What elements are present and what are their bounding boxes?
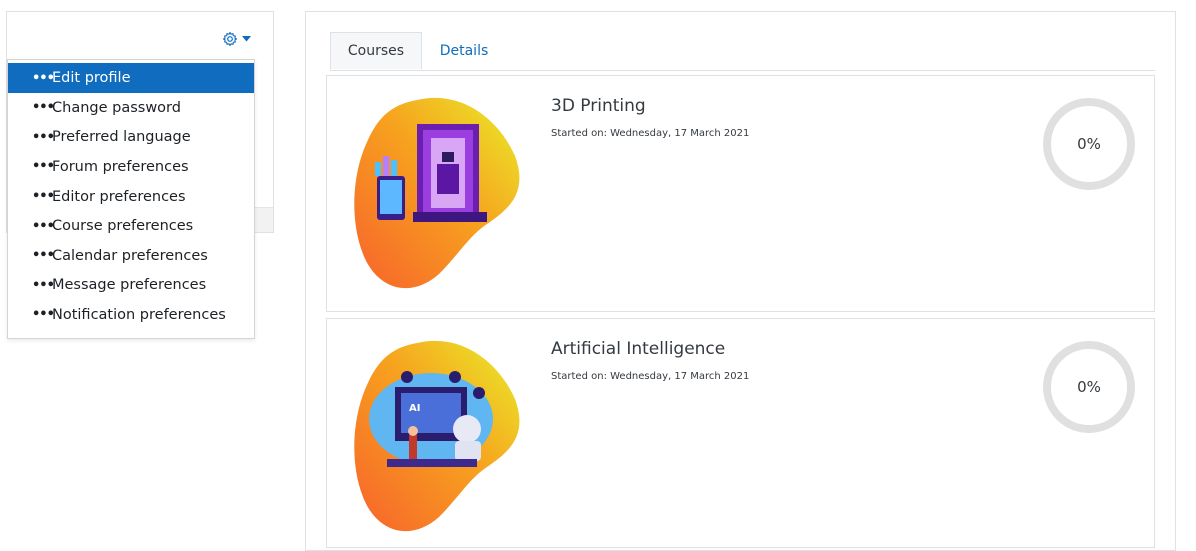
- tab-label: Details: [439, 43, 489, 59]
- tab-label: Courses: [347, 43, 405, 59]
- menu-item-label: Course preferences: [52, 218, 194, 235]
- menu-item-notification-preferences[interactable]: ••• Notification preferences: [8, 300, 254, 330]
- menu-bullet: •••: [32, 218, 55, 234]
- profile-tabs: Courses Details: [330, 32, 1155, 71]
- menu-bullet: •••: [32, 189, 55, 205]
- menu-bullet: •••: [32, 70, 55, 86]
- menu-item-label: Forum preferences: [52, 158, 189, 175]
- menu-item-message-preferences[interactable]: ••• Message preferences: [8, 271, 254, 301]
- tab-details[interactable]: Details: [424, 32, 504, 70]
- course-image-artificial-intelligence[interactable]: AI: [347, 337, 525, 532]
- course-start-date: Started on: Wednesday, 17 March 2021: [551, 371, 750, 382]
- menu-item-course-preferences[interactable]: ••• Course preferences: [8, 211, 254, 241]
- progress-label: 0%: [1077, 378, 1101, 396]
- menu-bullet: •••: [32, 159, 55, 175]
- menu-bullet: •••: [32, 248, 55, 264]
- gear-icon: [222, 31, 238, 47]
- course-card[interactable]: 3D Printing Started on: Wednesday, 17 Ma…: [326, 75, 1155, 312]
- menu-item-label: Editor preferences: [52, 188, 186, 205]
- menu-item-label: Change password: [52, 99, 181, 116]
- course-title[interactable]: 3D Printing: [551, 96, 646, 116]
- progress-ring: 0%: [1041, 96, 1137, 192]
- menu-item-label: Edit profile: [52, 70, 131, 86]
- course-image-3d-printing[interactable]: [347, 94, 525, 289]
- menu-bullet: •••: [32, 277, 55, 293]
- menu-item-forum-preferences[interactable]: ••• Forum preferences: [8, 152, 254, 182]
- ai-screen-label: AI: [409, 403, 420, 414]
- progress-ring: 0%: [1041, 339, 1137, 435]
- course-card[interactable]: AI Artificial Intelligence Started on: W…: [326, 318, 1155, 548]
- menu-bullet: •••: [32, 100, 55, 116]
- menu-item-editor-preferences[interactable]: ••• Editor preferences: [8, 182, 254, 212]
- menu-item-edit-profile[interactable]: ••• Edit profile: [8, 63, 254, 93]
- course-start-date: Started on: Wednesday, 17 March 2021: [551, 128, 750, 139]
- menu-bullet: •••: [32, 129, 55, 145]
- tab-courses[interactable]: Courses: [330, 32, 422, 70]
- menu-item-label: Calendar preferences: [52, 247, 208, 264]
- user-actions-toggle[interactable]: [222, 30, 258, 48]
- caret-down-icon: [242, 36, 251, 42]
- menu-bullet: •••: [32, 307, 55, 323]
- menu-item-change-password[interactable]: ••• Change password: [8, 93, 254, 123]
- menu-item-preferred-language[interactable]: ••• Preferred language: [8, 123, 254, 153]
- course-title[interactable]: Artificial Intelligence: [551, 339, 725, 359]
- menu-item-label: Notification preferences: [52, 306, 226, 323]
- menu-item-label: Message preferences: [52, 277, 207, 294]
- menu-item-calendar-preferences[interactable]: ••• Calendar preferences: [8, 241, 254, 271]
- user-preferences-menu: ••• Edit profile ••• Change password •••…: [7, 59, 255, 339]
- progress-label: 0%: [1077, 135, 1101, 153]
- menu-item-label: Preferred language: [52, 129, 191, 146]
